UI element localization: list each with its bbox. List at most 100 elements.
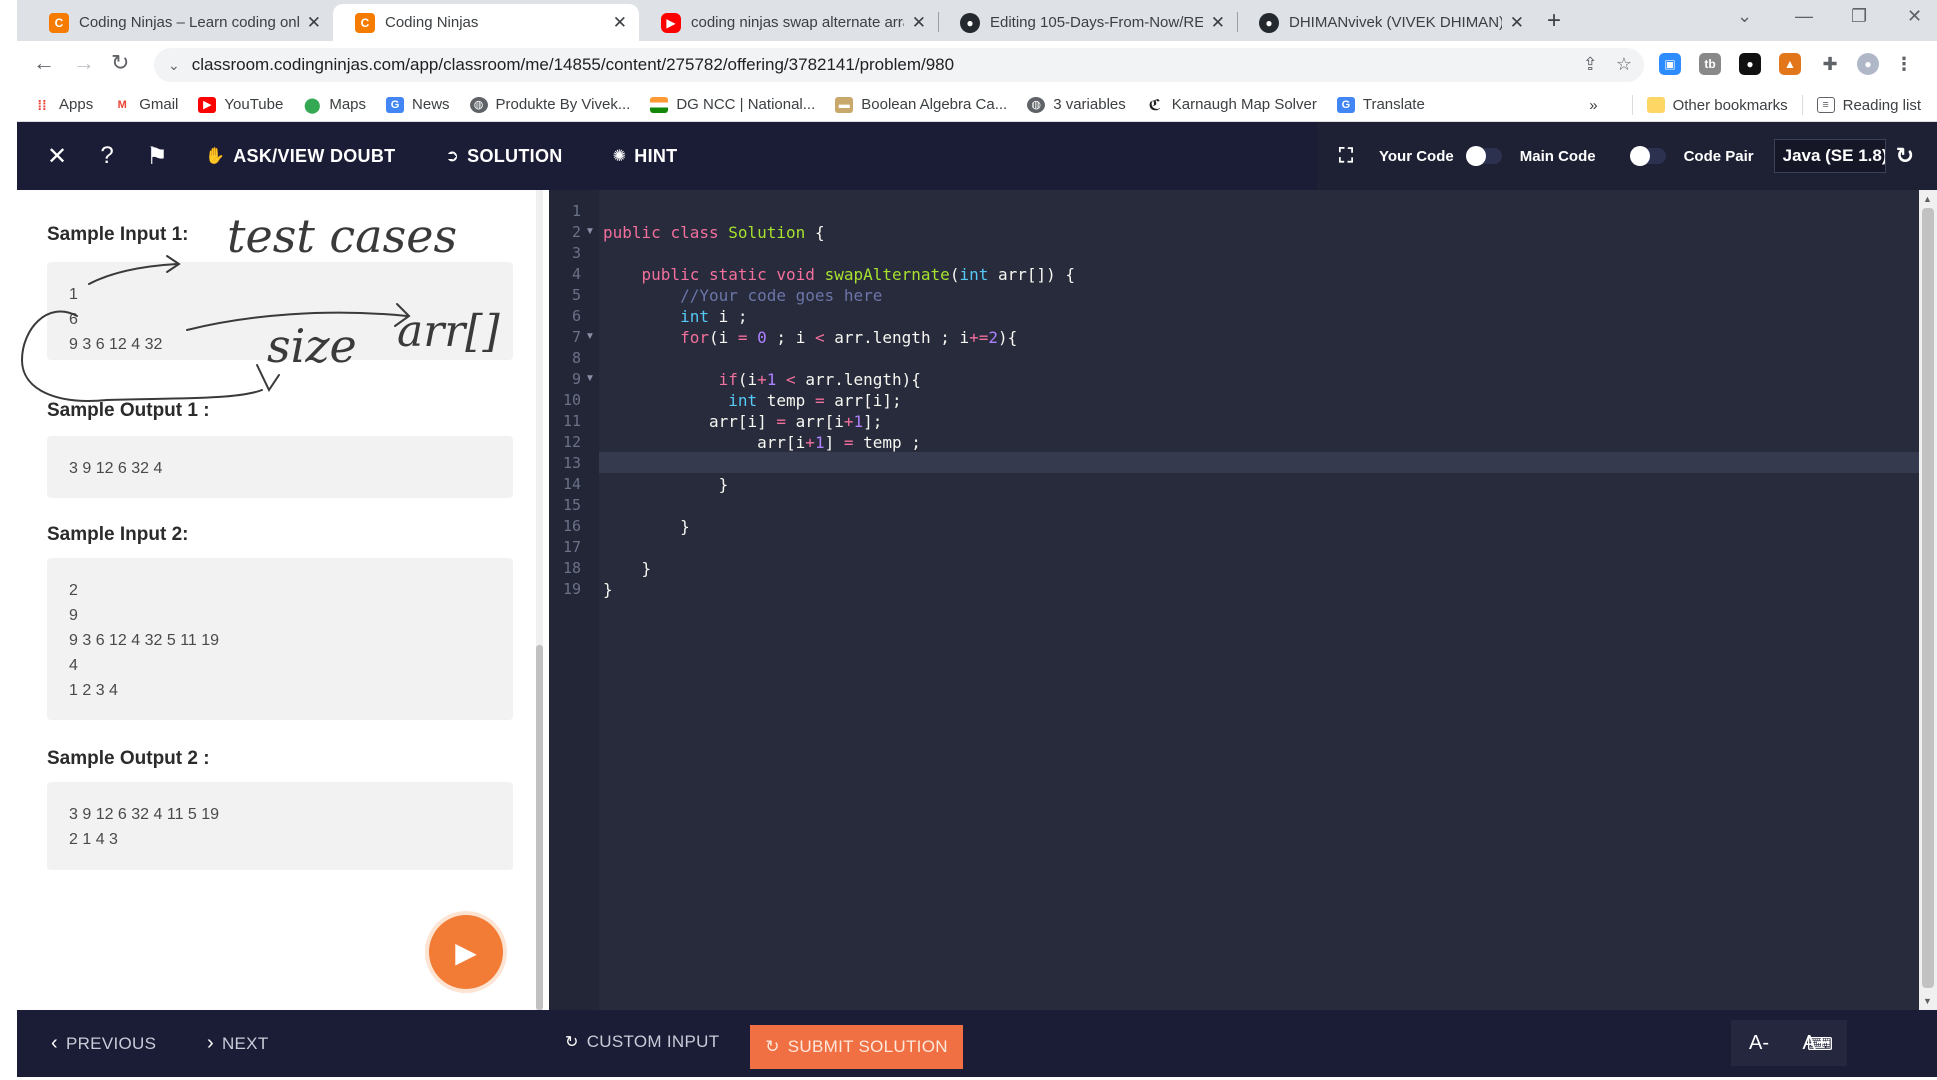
code-line: } [603,559,652,578]
sample-line: 9 3 6 12 4 32 [69,336,163,353]
ask-view-doubt-button[interactable]: ✋ ASK/VIEW DOUBT [205,146,395,167]
submit-solution-button[interactable]: ↻ SUBMIT SOLUTION [750,1025,963,1069]
tab-strip: C Coding Ninjas – Learn coding online ✕ … [17,0,1937,41]
menu-kebab-icon[interactable]: ⋮ [1893,53,1915,75]
share-icon[interactable]: ⇪ [1583,54,1598,75]
bookmark-dg-ncc[interactable]: DG NCC | National... [650,96,815,113]
play-icon: ▶ [455,936,477,968]
chevron-right-icon: › [207,1032,214,1054]
bookmark-3-variables[interactable]: ◍ 3 variables [1027,96,1126,113]
close-icon[interactable]: ✕ [912,13,926,33]
bookmark-karnaugh[interactable]: ℭ Karnaugh Map Solver [1145,96,1317,114]
window-close-icon[interactable]: ✕ [1907,6,1922,27]
tab-youtube[interactable]: ▶ coding ninjas swap alternate array ✕ [639,4,938,41]
tab-title: Coding Ninjas – Learn coding online [79,14,299,31]
tab-github-editing[interactable]: ● Editing 105-Days-From-Now/README ✕ [938,4,1237,41]
forward-icon[interactable]: → [73,50,95,76]
bookmark-add-icon[interactable]: ⚑ [143,142,171,171]
scroll-up-icon[interactable]: ▲ [1923,194,1932,204]
extensions-puzzle-icon[interactable]: ✚ [1819,53,1841,75]
new-tab-button[interactable]: + [1547,7,1561,35]
tab-title: coding ninjas swap alternate array [691,14,904,31]
bookmark-news[interactable]: G News [386,96,450,113]
bookmark-label: Apps [59,96,94,113]
address-bar[interactable]: ⌄ classroom.codingninjas.com/app/classro… [154,48,1644,82]
site-info-icon[interactable]: ⌄ [168,57,180,74]
browser-toolbar: ← → ↻ ⌄ classroom.codingninjas.com/app/c… [17,41,1937,88]
bookmark-label: Translate [1362,96,1425,113]
profile-avatar[interactable]: ● [1857,53,1879,75]
button-label: SOLUTION [467,145,563,166]
collapse-icon[interactable]: ✕ [43,142,71,171]
zoom-extension-icon[interactable]: ▣ [1659,53,1681,75]
bookmark-separator [1801,95,1803,115]
help-icon[interactable]: ? [93,142,121,170]
fullscreen-icon[interactable]: ⛶ [1339,145,1353,168]
close-icon[interactable]: ✕ [1211,13,1225,33]
next-button[interactable]: › NEXT [207,1032,269,1055]
app-top-bar: ✕ ? ⚑ ✋ ASK/VIEW DOUBT ➲ SOLUTION ✺ HINT ⛶ … [17,122,1937,190]
line-number: 4 [571,265,581,283]
code-editor[interactable]: 1 2 3 4 5 6 7 8 9 10 11 12 13 14 15 16 1… [549,190,1937,1010]
line-number: 16 [562,517,581,535]
editor-scrollbar[interactable]: ▲ ▼ [1919,190,1937,1010]
sample-output-1-title: Sample Output 1 : [47,400,210,421]
line-number-gutter: 1 2 3 4 5 6 7 8 9 10 11 12 13 14 15 16 1… [549,190,599,1010]
custom-input-button[interactable]: ↻ CUSTOM INPUT [565,1032,719,1052]
language-select[interactable]: Java (SE 1.8) [1773,139,1886,173]
solution-button[interactable]: ➲ SOLUTION [445,146,562,167]
url-text: classroom.codingninjas.com/app/classroom… [191,55,955,74]
line-number: 12 [562,433,581,451]
restore-icon[interactable]: ❐ [1851,6,1867,27]
hint-button[interactable]: ✺ HINT [613,146,678,167]
bookmark-produkte[interactable]: ◍ Produkte By Vivek... [469,96,630,113]
close-icon[interactable]: ✕ [1510,13,1524,33]
karnaugh-icon: ℭ [1145,96,1164,114]
fold-arrow-icon[interactable]: ▼ [585,373,595,384]
submit-icon: ↻ [765,1037,780,1056]
reload-icon[interactable]: ↻ [111,50,129,76]
your-main-code-toggle[interactable] [1465,146,1502,166]
tb-extension-icon[interactable]: tb [1699,53,1721,75]
scroll-down-icon[interactable]: ▼ [1923,996,1932,1006]
more-bookmarks-icon[interactable]: » [1589,97,1597,114]
reading-list[interactable]: ≡ Reading list [1816,96,1921,114]
dark-extension-icon[interactable]: ● [1739,53,1761,75]
chevron-left-icon: ‹ [51,1032,58,1054]
tab-coding-ninjas-home[interactable]: C Coding Ninjas – Learn coding online ✕ [27,4,333,41]
bookmark-apps[interactable]: ⁞⁞ Apps [33,96,93,113]
bookmark-gmail[interactable]: M Gmail [113,96,178,113]
keyboard-shortcuts-icon[interactable]: ⌨ [1807,1034,1833,1055]
bookmark-star-icon[interactable]: ☆ [1616,54,1632,75]
close-icon[interactable]: ✕ [307,13,321,33]
bookmark-label: 3 variables [1053,96,1126,113]
back-icon[interactable]: ← [33,50,55,76]
line-number: 3 [571,244,581,262]
minimize-icon[interactable]: — [1795,6,1813,27]
fold-arrow-icon[interactable]: ▼ [585,331,595,342]
tab-coding-ninjas-active[interactable]: C Coding Ninjas ✕ [333,4,639,41]
fold-arrow-icon[interactable]: ▼ [585,226,595,237]
active-line-highlight [599,452,1919,473]
tab-search-icon[interactable]: ⌄ [1737,6,1752,27]
code-pair-toggle[interactable] [1629,146,1666,166]
run-play-button[interactable]: ▶ [429,915,503,989]
font-decrease-button[interactable]: A- [1731,1032,1787,1055]
editor-scrollbar-thumb[interactable] [1922,208,1934,988]
refresh-icon[interactable]: ↻ [1896,143,1914,169]
github-favicon-icon: ● [1259,12,1279,33]
bookmark-boolean-algebra[interactable]: ▬ Boolean Algebra Ca... [835,96,1007,113]
tab-title: Coding Ninjas [385,14,479,31]
bookmark-maps[interactable]: ⬤ Maps [303,96,366,114]
close-icon[interactable]: ✕ [613,13,627,33]
problem-scrollbar-thumb[interactable] [536,645,543,1010]
other-bookmarks[interactable]: Other bookmarks [1646,97,1788,114]
line-number: 8 [571,349,581,367]
tab-github-profile[interactable]: ● DHIMANvivek (VIVEK DHIMAN) ✕ [1237,4,1536,41]
bookmark-translate[interactable]: G Translate [1336,96,1425,113]
translate-icon: G [1336,96,1355,113]
metamask-extension-icon[interactable]: ▲ [1779,53,1801,75]
previous-button[interactable]: ‹ PREVIOUS [51,1032,156,1055]
bookmark-label: Reading list [1842,96,1921,114]
bookmark-youtube[interactable]: ▶ YouTube [198,96,283,113]
